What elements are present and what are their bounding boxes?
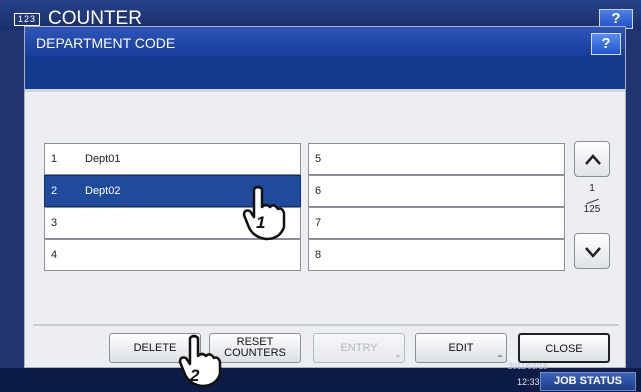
department-number: 8 bbox=[315, 249, 322, 261]
submenu-corner-icon bbox=[395, 354, 401, 360]
clock-time: 12:33 bbox=[517, 377, 540, 387]
department-row-1[interactable]: 1 Dept01 bbox=[44, 143, 301, 175]
callout-number-1: 1 bbox=[256, 213, 266, 232]
dialog-title: DEPARTMENT CODE bbox=[25, 27, 625, 57]
department-row-6[interactable]: 6 bbox=[308, 175, 565, 207]
scroll-up-button[interactable] bbox=[574, 141, 610, 177]
department-code-dialog: DEPARTMENT CODE ? 1 Dept01 2 Dept02 3 4 … bbox=[24, 26, 626, 368]
hand-pointer-icon bbox=[178, 334, 222, 388]
scroll-down-button[interactable] bbox=[574, 233, 610, 269]
department-row-4[interactable]: 4 bbox=[44, 239, 301, 271]
delete-label: DELETE bbox=[133, 342, 177, 354]
edit-label: EDIT bbox=[448, 342, 474, 354]
edit-button[interactable]: EDIT bbox=[415, 333, 507, 363]
submenu-corner-icon bbox=[497, 354, 503, 360]
close-label: CLOSE bbox=[545, 343, 583, 355]
footer-divider bbox=[33, 324, 619, 326]
job-status-button[interactable]: JOB STATUS bbox=[540, 372, 636, 391]
close-button[interactable]: CLOSE bbox=[518, 333, 610, 363]
department-row-5[interactable]: 5 bbox=[308, 143, 565, 175]
department-number: 5 bbox=[315, 153, 322, 165]
page-total: 125 bbox=[583, 204, 601, 215]
department-row-7[interactable]: 7 bbox=[308, 207, 565, 239]
department-number: 6 bbox=[315, 185, 322, 197]
department-number: 4 bbox=[51, 249, 58, 261]
chevron-down-icon bbox=[585, 247, 601, 258]
clock-date: 2011/03/18 bbox=[508, 362, 548, 371]
counter-icon: 123 bbox=[14, 13, 40, 26]
department-number: 3 bbox=[51, 217, 58, 229]
dialog-message-band bbox=[25, 57, 625, 89]
chevron-up-icon bbox=[585, 154, 601, 165]
department-number: 2 bbox=[51, 185, 58, 197]
department-name: Dept02 bbox=[85, 185, 121, 197]
entry-button[interactable]: ENTRY bbox=[313, 333, 405, 363]
department-number: 7 bbox=[315, 217, 322, 229]
department-name: Dept01 bbox=[85, 153, 121, 165]
page-current: 1 bbox=[589, 183, 595, 194]
department-row-8[interactable]: 8 bbox=[308, 239, 565, 271]
entry-label: ENTRY bbox=[340, 342, 378, 354]
dialog-help-button[interactable]: ? bbox=[591, 33, 621, 55]
dialog-divider bbox=[25, 89, 625, 92]
callout-number-2: 2 bbox=[190, 366, 200, 385]
department-number: 1 bbox=[51, 153, 58, 165]
